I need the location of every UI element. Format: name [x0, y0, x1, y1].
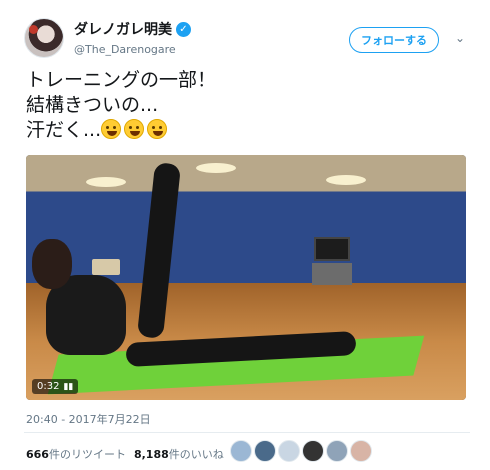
tweet-stats: 666件のリツイート 8,188件のいいね — [26, 446, 224, 462]
liker-avatar[interactable] — [326, 440, 348, 462]
user-handle[interactable]: @The_Darenogare — [74, 43, 191, 56]
liker-avatar[interactable] — [278, 440, 300, 462]
ceiling-light — [86, 177, 126, 187]
verified-badge-icon: ✓ — [176, 21, 191, 37]
retweet-stat[interactable]: 666件のリツイート — [26, 446, 126, 462]
video-duration: 0:32 ▮▮ — [32, 379, 79, 394]
tv-stand-shape — [312, 263, 352, 285]
liker-avatar[interactable] — [350, 440, 372, 462]
phone-shape — [92, 259, 120, 275]
like-count: 8,188 — [133, 448, 169, 461]
tweet-line-3-text: 汗だく... — [26, 119, 102, 141]
user-name-block: ダレノガレ明美 ✓ @The_Darenogare — [74, 19, 191, 56]
flower-icon — [29, 25, 38, 34]
follow-button[interactable]: フォローする — [349, 27, 439, 53]
ceiling-light — [196, 163, 236, 173]
speaker-icon[interactable]: ▮▮ — [63, 382, 73, 392]
tears-of-joy-emoji-icon — [124, 119, 145, 139]
liker-avatar[interactable] — [230, 440, 252, 462]
tears-of-joy-emoji-icon — [147, 119, 168, 139]
video-player[interactable]: 0:32 ▮▮ — [26, 155, 466, 400]
liker-avatar[interactable] — [254, 440, 276, 462]
liker-avatars — [230, 440, 372, 462]
duration-text: 0:32 — [37, 381, 60, 392]
retweet-label: 件のリツイート — [48, 448, 126, 461]
chevron-down-icon[interactable]: ⌄ — [455, 31, 465, 45]
ceiling-light — [326, 175, 366, 185]
like-label: 件のいいね — [168, 448, 224, 461]
display-name[interactable]: ダレノガレ明美 ✓ — [74, 19, 191, 39]
display-name-text[interactable]: ダレノガレ明美 — [74, 19, 172, 39]
tears-of-joy-emoji-icon — [101, 119, 122, 139]
tweet-line-2: 結構きついの... — [26, 94, 159, 116]
person-head-shape — [32, 239, 72, 289]
tweet-text: トレーニングの一部！ 結構きついの... 汗だく... — [26, 68, 466, 143]
avatar[interactable] — [24, 18, 64, 58]
tv-shape — [314, 237, 350, 261]
like-stat[interactable]: 8,188件のいいね — [134, 446, 224, 462]
tweet-timestamp[interactable]: 20:40 - 2017年7月22日 — [26, 411, 151, 427]
divider — [24, 432, 470, 433]
tweet-line-3: 汗だく... — [26, 118, 466, 143]
retweet-count: 666 — [26, 448, 49, 461]
liker-avatar[interactable] — [302, 440, 324, 462]
tweet-line-1: トレーニングの一部！ — [26, 69, 217, 91]
